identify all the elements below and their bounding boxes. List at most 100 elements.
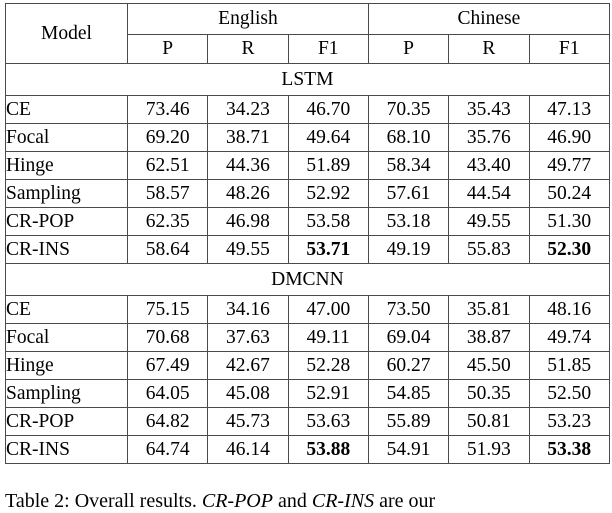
header-metric-zh-p: P (367, 34, 450, 64)
table-body: LSTM CE 73.46 34.23 46.70 70.35 35.43 47.13 Foca… (5, 63, 610, 464)
header-metric-en-p: P (126, 34, 209, 64)
cell-value: 46.90 (528, 123, 610, 152)
cell-value: 52.92 (287, 179, 369, 208)
cell-value: 49.64 (287, 123, 369, 152)
cell-value: 34.16 (207, 295, 289, 324)
cell-value: 69.04 (367, 323, 450, 352)
cell-value: 70.68 (126, 323, 209, 352)
cell-value: 49.11 (287, 323, 369, 352)
row-model-name: Hinge (5, 151, 128, 180)
cell-value: 64.82 (126, 407, 209, 436)
row-model-name: CR-POP (5, 207, 128, 236)
table-figure: Model English Chinese P R F1 P R F1 LSTM… (5, 3, 610, 464)
cell-value: 47.00 (287, 295, 369, 324)
cell-value: 52.91 (287, 379, 369, 408)
row-model-name: CE (5, 295, 128, 324)
cell-value: 67.49 (126, 351, 209, 380)
cell-value: 75.15 (126, 295, 209, 324)
cell-value: 52.50 (528, 379, 610, 408)
section-band-label: DMCNN (5, 263, 610, 296)
cell-value: 37.63 (207, 323, 289, 352)
table-row: Sampling 64.05 45.08 52.91 54.85 50.35 52.50 (5, 379, 610, 408)
table-row: CE 73.46 34.23 46.70 70.35 35.43 47.13 (5, 95, 610, 124)
cell-value: 53.38 (528, 435, 610, 464)
row-model-name: Hinge (5, 351, 128, 380)
cell-value: 35.76 (448, 123, 530, 152)
row-model-name: Focal (5, 123, 128, 152)
cell-value: 58.57 (126, 179, 209, 208)
header-metric-zh-f1: F1 (528, 34, 610, 64)
row-model-name: Sampling (5, 179, 128, 208)
row-model-name: CR-POP (5, 407, 128, 436)
cell-value: 62.35 (126, 207, 209, 236)
cell-value: 57.61 (367, 179, 450, 208)
cell-value: 51.89 (287, 151, 369, 180)
cell-value: 64.74 (126, 435, 209, 464)
cell-value: 44.36 (207, 151, 289, 180)
cell-value: 48.26 (207, 179, 289, 208)
row-model-name: Sampling (5, 379, 128, 408)
header-metric-en-f1: F1 (287, 34, 369, 64)
cell-value: 60.27 (367, 351, 450, 380)
cell-value: 51.85 (528, 351, 610, 380)
cell-value: 50.81 (448, 407, 530, 436)
caption-italic-cr-pop: CR-POP (201, 490, 273, 512)
results-table: Model English Chinese P R F1 P R F1 LSTM… (5, 3, 610, 464)
section-band-row: DMCNN (5, 263, 610, 296)
cell-value: 44.54 (448, 179, 530, 208)
cell-value: 48.16 (528, 295, 610, 324)
cell-value: 70.35 (367, 95, 450, 124)
table-header: Model English Chinese P R F1 P R F1 (5, 3, 610, 64)
row-model-name: CE (5, 95, 128, 124)
caption-prefix: Table 2: Overall results. (5, 490, 202, 512)
header-group-english: English (127, 3, 369, 35)
table-row: CR-INS 64.74 46.14 53.88 54.91 51.93 53.38 (5, 435, 610, 464)
table-row: Focal 69.20 38.71 49.64 68.10 35.76 46.90 (5, 123, 610, 152)
cell-value: 68.10 (367, 123, 450, 152)
cell-value: 38.71 (207, 123, 289, 152)
cell-value: 73.50 (367, 295, 450, 324)
table-row: CE 75.15 34.16 47.00 73.50 35.81 48.16 (5, 295, 610, 324)
cell-value: 35.43 (448, 95, 530, 124)
section-band-label: LSTM (5, 63, 610, 96)
cell-value: 53.23 (528, 407, 610, 436)
cell-value: 49.74 (528, 323, 610, 352)
header-metric-zh-r: R (448, 34, 530, 64)
row-model-name: Focal (5, 323, 128, 352)
cell-value: 51.93 (448, 435, 530, 464)
cell-value: 54.91 (367, 435, 450, 464)
cell-value: 53.71 (287, 235, 369, 264)
cell-value: 73.46 (126, 95, 209, 124)
cell-value: 46.70 (287, 95, 369, 124)
cell-value: 45.50 (448, 351, 530, 380)
cell-value: 51.30 (528, 207, 610, 236)
cell-value: 35.81 (448, 295, 530, 324)
cell-value: 49.19 (367, 235, 450, 264)
cell-value: 53.88 (287, 435, 369, 464)
table-row: Hinge 67.49 42.67 52.28 60.27 45.50 51.85 (5, 351, 610, 380)
cell-value: 64.05 (126, 379, 209, 408)
cell-value: 58.64 (126, 235, 209, 264)
cell-value: 43.40 (448, 151, 530, 180)
table-row: CR-POP 62.35 46.98 53.58 53.18 49.55 51.30 (5, 207, 610, 236)
header-model: Model (5, 3, 128, 64)
cell-value: 55.89 (367, 407, 450, 436)
cell-value: 50.35 (448, 379, 530, 408)
row-model-name: CR-INS (5, 235, 128, 264)
table-row: Sampling 58.57 48.26 52.92 57.61 44.54 50.24 (5, 179, 610, 208)
caption-mid: and (272, 490, 312, 512)
table-row: CR-POP 64.82 45.73 53.63 55.89 50.81 53.23 (5, 407, 610, 436)
cell-value: 42.67 (207, 351, 289, 380)
cell-value: 50.24 (528, 179, 610, 208)
cell-value: 58.34 (367, 151, 450, 180)
cell-value: 53.58 (287, 207, 369, 236)
cell-value: 49.55 (207, 235, 289, 264)
cell-value: 46.98 (207, 207, 289, 236)
table-row: Focal 70.68 37.63 49.11 69.04 38.87 49.74 (5, 323, 610, 352)
section-band-row: LSTM (5, 63, 610, 96)
cell-value: 46.14 (207, 435, 289, 464)
cell-value: 45.08 (207, 379, 289, 408)
caption-suffix: are our (374, 490, 436, 512)
cell-value: 49.77 (528, 151, 610, 180)
caption-italic-cr-ins: CR-INS (311, 490, 375, 512)
